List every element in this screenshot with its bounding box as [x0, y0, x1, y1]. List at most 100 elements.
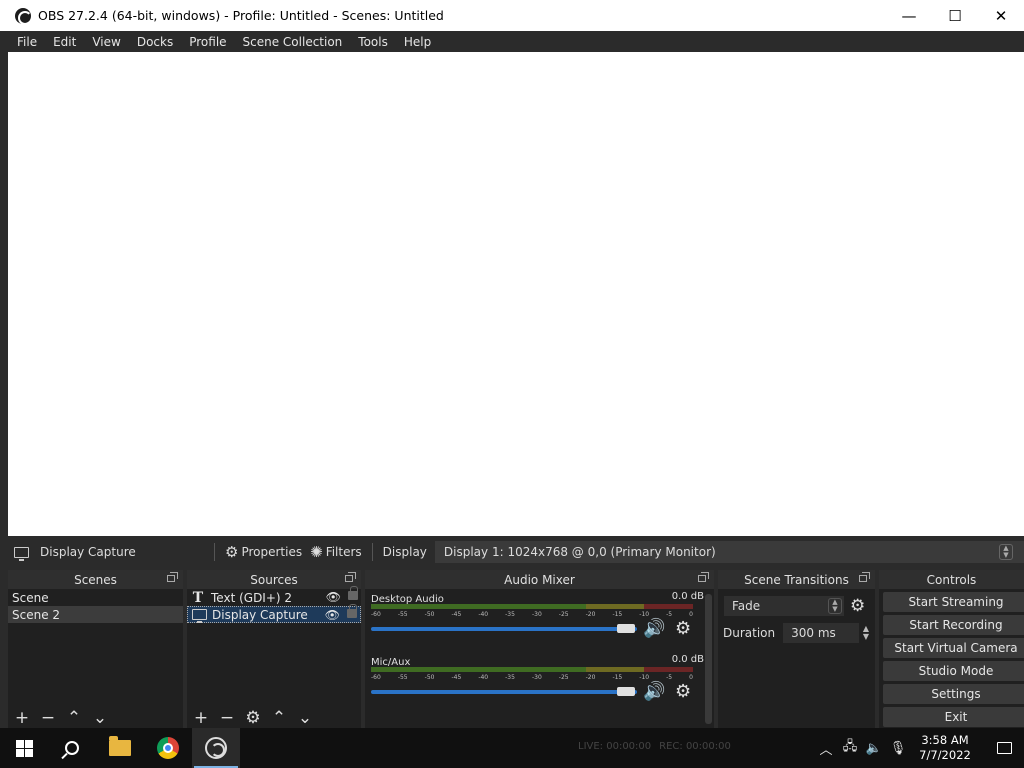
- close-button[interactable]: ✕: [978, 0, 1024, 31]
- text-icon: T: [192, 589, 204, 606]
- eye-icon[interactable]: 👁: [325, 608, 340, 622]
- scene-transitions-dock: Scene Transitions Fade ▲ ▼ ⚙ Duration 300…: [718, 570, 875, 728]
- float-dock-icon[interactable]: [698, 572, 709, 582]
- duration-row: Duration 300 ms ▲ ▼: [718, 616, 875, 643]
- scene-item-selected[interactable]: Scene 2: [8, 606, 183, 623]
- speaker-icon[interactable]: 🔊: [643, 681, 665, 702]
- context-source-name: Display Capture: [40, 545, 136, 559]
- filters-button[interactable]: ✺ Filters: [306, 543, 366, 561]
- volume-slider[interactable]: [371, 627, 637, 631]
- studio-mode-button[interactable]: Studio Mode: [883, 661, 1024, 681]
- channel-db: 0.0 dB: [671, 654, 704, 665]
- settings-button[interactable]: Settings: [883, 684, 1024, 704]
- search-button[interactable]: [48, 728, 96, 768]
- mixer-scrollbar[interactable]: [705, 594, 712, 724]
- float-dock-icon[interactable]: [345, 572, 356, 582]
- chrome-icon: [157, 737, 179, 759]
- maximize-button[interactable]: ☐: [932, 0, 978, 31]
- file-explorer-button[interactable]: [96, 728, 144, 768]
- volume-icon[interactable]: 🔈: [862, 741, 886, 756]
- speaker-icon[interactable]: 🔊: [643, 618, 665, 639]
- menu-scene-collection[interactable]: Scene Collection: [235, 35, 351, 49]
- menu-tools[interactable]: Tools: [350, 35, 396, 49]
- properties-button[interactable]: ⚙ Properties: [221, 543, 306, 561]
- volume-slider[interactable]: [371, 690, 637, 694]
- chevron-up-icon[interactable]: ︿: [814, 739, 838, 758]
- microphone-icon[interactable]: 🎙: [886, 741, 910, 756]
- duration-field[interactable]: 300 ms: [783, 623, 859, 643]
- channel-db: 0.0 dB: [671, 591, 704, 602]
- menu-bar: File Edit View Docks Profile Scene Colle…: [0, 31, 1024, 52]
- filters-label: Filters: [325, 545, 362, 559]
- gear-icon[interactable]: ⚙: [850, 596, 865, 616]
- menu-help[interactable]: Help: [396, 35, 439, 49]
- folder-icon: [109, 736, 131, 756]
- volume-meter: [371, 667, 693, 672]
- remove-icon[interactable]: −: [40, 710, 56, 727]
- network-icon[interactable]: 🖧: [838, 737, 862, 759]
- start-recording-button[interactable]: Start Recording: [883, 615, 1024, 635]
- sources-title: Sources: [250, 572, 298, 587]
- volume-slider-handle[interactable]: [617, 687, 635, 696]
- preview-canvas[interactable]: [8, 52, 1024, 536]
- monitor-icon: [190, 609, 208, 623]
- move-up-icon[interactable]: ⌃: [66, 710, 82, 727]
- source-item[interactable]: T Text (GDI+) 2 👁: [187, 586, 361, 606]
- menu-profile[interactable]: Profile: [181, 35, 234, 49]
- obs-taskbar-button[interactable]: [192, 728, 240, 768]
- gear-icon[interactable]: ⚙: [675, 618, 691, 639]
- move-up-icon[interactable]: ⌃: [271, 710, 287, 727]
- transition-select[interactable]: Fade ▲ ▼: [724, 596, 844, 616]
- float-dock-icon[interactable]: [167, 572, 178, 582]
- exit-button[interactable]: Exit: [883, 707, 1024, 727]
- minimize-button[interactable]: —: [886, 0, 932, 31]
- move-down-icon[interactable]: ⌄: [297, 710, 313, 727]
- display-select[interactable]: Display 1: 1024x768 @ 0,0 (Primary Monit…: [434, 541, 1024, 563]
- start-virtual-camera-button[interactable]: Start Virtual Camera: [883, 638, 1024, 658]
- spin-arrows-icon[interactable]: ▲ ▼: [863, 625, 869, 641]
- clock[interactable]: 3:58 AM 7/7/2022: [914, 733, 976, 763]
- system-tray: ︿ 🖧 🔈 🎙 3:58 AM 7/7/2022: [814, 728, 1024, 768]
- lock-icon[interactable]: [347, 604, 357, 618]
- divider: [371, 543, 373, 561]
- controls-title: Controls: [926, 572, 977, 587]
- gear-icon[interactable]: ⚙: [675, 681, 691, 702]
- volume-slider-handle[interactable]: [617, 624, 635, 633]
- controls-dock: Controls Start Streaming Start Recording…: [879, 570, 1024, 728]
- transitions-title: Scene Transitions: [744, 572, 849, 587]
- chrome-button[interactable]: [144, 728, 192, 768]
- source-name: Display Capture: [212, 607, 308, 622]
- source-list: T Text (GDI+) 2 👁 Display Capture 👁: [187, 586, 361, 704]
- menu-view[interactable]: View: [84, 35, 128, 49]
- scene-item[interactable]: Scene: [8, 589, 183, 606]
- chevron-updown-icon: ▲ ▼: [999, 544, 1013, 560]
- context-source: Display Capture: [8, 545, 208, 561]
- mixer-channel: Desktop Audio 0.0 dB -60 -55 -50 -45 -40 -35-…: [365, 589, 714, 652]
- monitor-icon: [14, 546, 29, 561]
- filter-icon: ✺: [310, 543, 323, 561]
- search-icon: [65, 741, 79, 755]
- transition-value: Fade: [732, 599, 761, 613]
- title-bar: OBS 27.2.4 (64-bit, windows) - Profile: …: [0, 0, 1024, 31]
- start-button[interactable]: [0, 728, 48, 768]
- menu-file[interactable]: File: [9, 35, 45, 49]
- notification-button[interactable]: [984, 728, 1024, 768]
- move-down-icon[interactable]: ⌄: [92, 710, 108, 727]
- menu-docks[interactable]: Docks: [129, 35, 181, 49]
- remove-icon[interactable]: −: [219, 710, 235, 727]
- volume-meter: [371, 604, 693, 609]
- gear-icon: ⚙: [225, 543, 239, 561]
- scenes-title: Scenes: [74, 572, 117, 587]
- add-icon[interactable]: +: [193, 710, 209, 727]
- gear-icon[interactable]: ⚙: [245, 710, 261, 727]
- add-icon[interactable]: +: [14, 710, 30, 727]
- start-streaming-button[interactable]: Start Streaming: [883, 592, 1024, 612]
- lock-icon[interactable]: [348, 586, 358, 600]
- float-dock-icon[interactable]: [859, 572, 870, 582]
- menu-edit[interactable]: Edit: [45, 35, 84, 49]
- source-item-selected[interactable]: Display Capture 👁: [187, 604, 361, 623]
- scenes-toolbar: + − ⌃ ⌄: [8, 708, 183, 728]
- eye-icon[interactable]: 👁: [326, 590, 341, 604]
- scene-list: Scene Scene 2: [8, 589, 183, 704]
- window-controls: — ☐ ✕: [886, 0, 1024, 31]
